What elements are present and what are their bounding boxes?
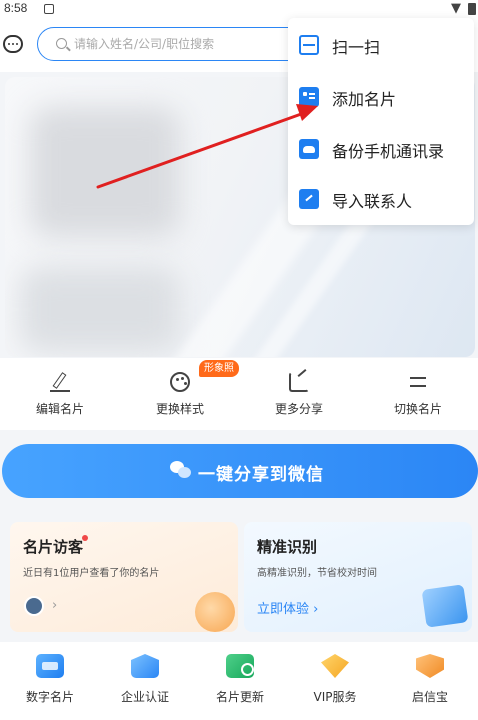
swap-icon [408,372,428,392]
menu-item-label: 扫一扫 [332,38,381,57]
battery-icon [468,3,476,15]
visitors-title: 名片访客 [23,538,84,556]
card-visitors-panel[interactable]: 名片访客 近日有1位用户查看了你的名片 › [10,522,238,632]
scan-icon [299,35,319,55]
message-icon[interactable] [3,35,23,53]
status-time: 8:58 [4,1,28,15]
menu-item-add-card[interactable]: 添加名片 [288,71,474,123]
visitors-subtitle: 近日有1位用户查看了你的名片 [23,568,160,579]
try-now-link[interactable]: 立即体验 › [257,598,318,617]
chevron-right-icon[interactable]: › [52,598,57,613]
notification-icon [44,4,54,14]
wechat-icon [170,461,192,479]
tab-vip-service[interactable]: VIP服务 [287,642,383,720]
tab-qixinbao-label: 启信宝 [411,690,448,704]
menu-item-label: 添加名片 [332,90,397,109]
edit-card-button[interactable]: 编辑名片 [0,358,120,430]
change-style-label: 更换样式 [155,402,204,416]
tab-qixinbao[interactable]: 启信宝 [382,642,478,720]
more-share-button[interactable]: 更多分享 [239,358,359,430]
tab-vip-service-label: VIP服务 [313,690,357,704]
more-share-label: 更多分享 [274,402,323,416]
card-actions: 编辑名片 更换样式 更多分享 切换名片 [0,358,478,430]
share-icon [289,372,309,392]
tab-card-update[interactable]: 名片更新 [192,642,288,720]
recognition-title: 精准识别 [257,538,318,556]
card-blurred-contact [20,267,180,352]
cloud-backup-icon [299,139,319,159]
visitor-avatar[interactable] [24,596,44,616]
vip-icon [321,654,349,678]
edit-pen-icon [50,372,70,392]
tab-enterprise-verify-label: 企业认证 [120,690,169,704]
status-bar: 8:58 ▼ [0,0,478,20]
card-blurred-info [30,107,180,237]
import-icon [299,189,319,209]
tab-digital-card-label: 数字名片 [25,690,74,704]
menu-item-scan[interactable]: 扫一扫 [288,19,474,71]
menu-item-label: 导入联系人 [332,192,413,211]
edit-card-label: 编辑名片 [35,402,84,416]
digital-card-icon [36,654,64,678]
share-wechat-label: 一键分享到微信 [198,465,324,485]
tab-card-update-label: 名片更新 [215,690,264,704]
tab-digital-card[interactable]: 数字名片 [2,642,98,720]
portrait-badge: 形象照 [199,360,239,377]
search-icon [56,38,67,49]
menu-item-label: 备份手机通讯录 [332,142,445,161]
add-card-icon [299,87,319,107]
switch-card-label: 切换名片 [393,402,442,416]
share-wechat-button[interactable]: 一键分享到微信 [2,444,478,498]
card-update-icon [226,654,254,678]
switch-card-button[interactable]: 切换名片 [358,358,478,430]
bottom-tab-bar: 数字名片 企业认证 名片更新 VIP服务 启信宝 [0,642,478,720]
menu-item-backup-contacts[interactable]: 备份手机通讯录 [288,123,474,175]
precise-recognition-panel[interactable]: 精准识别 高精准识别，节省校对时间 立即体验 › [244,522,472,632]
search-input[interactable] [74,34,294,54]
add-dropdown-menu: 扫一扫 添加名片 备份手机通讯录 导入联系人 [288,18,474,225]
wifi-icon: ▼ [451,1,461,16]
unread-dot [82,535,88,541]
menu-item-import-contacts[interactable]: 导入联系人 [288,173,474,225]
recognition-illustration [421,584,469,628]
qixinbao-icon [416,654,444,678]
palette-icon [170,372,190,392]
enterprise-icon [131,654,159,678]
recognition-subtitle: 高精准识别，节省校对时间 [257,568,377,579]
tab-enterprise-verify[interactable]: 企业认证 [97,642,193,720]
search-box[interactable] [37,27,307,61]
visitors-illustration [195,592,235,632]
